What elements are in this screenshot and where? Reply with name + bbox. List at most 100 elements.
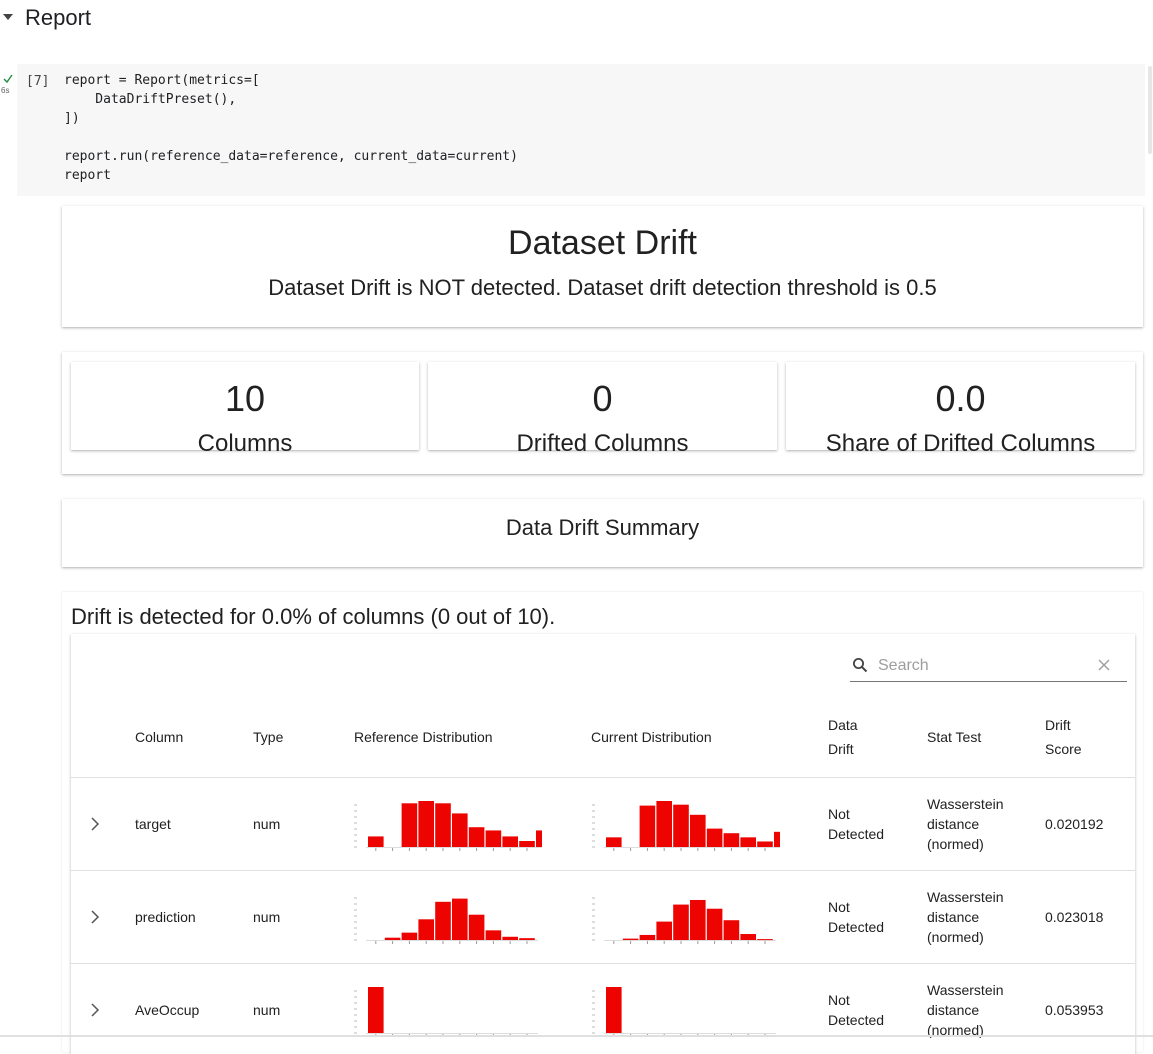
histogram-bar [435,901,451,940]
histogram-bar [468,827,485,847]
histogram-bar [690,899,706,940]
cell-data-drift-line2: Detected [828,1012,885,1028]
cell-stat-test-line2: distance [927,909,980,925]
histogram-bar [774,831,780,847]
cell-scrollbar[interactable] [1148,66,1152,154]
histogram-bar [536,830,542,847]
histogram-bar [485,830,502,847]
cell-data-drift-line2: Detected [828,826,885,842]
current-distribution-histogram [592,987,776,1037]
table-header-divider [71,777,1135,778]
cell-stat-test: Wasserstein distance (normed) [927,887,1004,947]
histogram-bar [622,938,639,940]
histogram-bar [606,987,622,1033]
histogram-bar [723,833,740,847]
header-column[interactable]: Column [135,725,183,749]
cell-stat-test-line1: Wasserstein [927,982,1004,998]
cell-stat-test-line3: (normed) [927,836,984,852]
current-distribution-histogram [592,801,780,851]
code-line: ]) [64,111,80,126]
reference-distribution-histogram [354,897,538,944]
header-type[interactable]: Type [253,725,283,749]
histogram-bar [502,936,518,940]
search-input[interactable] [878,655,1078,677]
chevron-right-icon[interactable] [89,817,101,831]
dataset-drift-subtitle: Dataset Drift is NOT detected. Dataset d… [268,275,937,300]
header-drift-score[interactable]: Drift Score [1045,713,1082,761]
histogram-bar [639,805,656,847]
execution-count: [7] [26,74,50,89]
metric-drifted-columns: 0 Drifted Columns [428,362,777,457]
cell-type: num [253,816,281,832]
histogram-bar [519,938,535,940]
dataset-drift-title: Dataset Drift [508,224,697,262]
cell-data-drift: Not Detected [828,897,884,937]
cell-data-drift: Not Detected [828,990,884,1030]
header-data-drift[interactable]: Data Drift [828,713,858,761]
search-box[interactable] [850,655,1127,682]
code-line: report [64,168,111,183]
histogram-bar [452,898,468,940]
metric-label: Columns [197,430,293,457]
drift-detected-text: Drift is detected for 0.0% of columns (0… [71,604,556,629]
cell-data-drift-line1: Not [828,806,850,822]
header-drift-score-line1: Drift [1045,717,1071,733]
histogram-bar [468,914,485,940]
cell-stat-test: Wasserstein distance (normed) [927,980,1004,1040]
cell-data-drift: Not Detected [828,804,884,844]
cell-stat-test: Wasserstein distance (normed) [927,794,1004,854]
histogram-bar [384,937,401,940]
code-cell[interactable]: report = Report(metrics=[ DataDriftPrese… [17,64,1145,196]
code-line: DataDriftPreset(), [64,92,237,107]
row-divider [71,963,1135,964]
cell-column: prediction [135,909,196,925]
cell-type: num [253,1002,281,1018]
header-current-distribution: Current Distribution [591,729,712,745]
histogram-bar [757,939,773,941]
header-reference-distribution: Reference Distribution [354,729,493,745]
header-drift-score-line2: Score [1045,741,1082,757]
histogram-bar [757,841,773,847]
histogram-bar [656,801,672,847]
histogram-bar [723,920,740,940]
cell-stat-test-line1: Wasserstein [927,796,1004,812]
histogram-bar [401,803,418,847]
cell-column: AveOccup [135,1002,200,1018]
cell-stat-test-line3: (normed) [927,929,984,945]
histogram-bar [435,803,451,847]
histogram-bar [673,904,689,940]
histogram-bar [639,934,656,940]
caret-down-icon[interactable] [3,14,13,20]
cell-drift-score: 0.023018 [1045,909,1104,925]
metric-label: Share of Drifted Columns [825,430,1096,457]
cell-stat-test-line2: distance [927,816,980,832]
check-icon [3,74,13,84]
histogram-bar [690,814,706,847]
reference-distribution-histogram [354,801,542,851]
reference-distribution-histogram [354,987,538,1037]
chevron-right-icon[interactable] [89,1003,101,1017]
metric-share-drifted: 0.0 Share of Drifted Columns [786,362,1135,457]
histogram-bar [606,837,622,847]
current-distribution-histogram [592,897,776,944]
histogram-bar [418,801,434,847]
clear-icon[interactable] [1097,658,1111,672]
metric-value: 10 [224,378,266,419]
histogram-bar [740,837,756,847]
summary-title: Data Drift Summary [505,515,700,540]
cell-drift-score: 0.053953 [1045,1002,1104,1018]
histogram-bar [401,932,418,940]
chevron-right-icon[interactable] [89,910,101,924]
cell-column: target [135,816,171,832]
metric-label: Drifted Columns [516,430,689,457]
header-stat-test[interactable]: Stat Test [927,725,981,749]
row-divider [71,870,1135,871]
code-line: report.run(reference_data=reference, cur… [64,149,518,164]
cell-runtime: 6s [1,86,10,95]
cell-stat-test-line1: Wasserstein [927,889,1004,905]
code-line: report = Report(metrics=[ [64,73,260,88]
metrics-card: 10 Columns 0 Drifted Columns 0.0 Share o… [62,352,1143,474]
dataset-drift-card: Dataset Drift Dataset Drift is NOT detec… [62,206,1143,327]
histogram-bar [418,919,434,940]
metric-value: 0 [592,378,613,419]
